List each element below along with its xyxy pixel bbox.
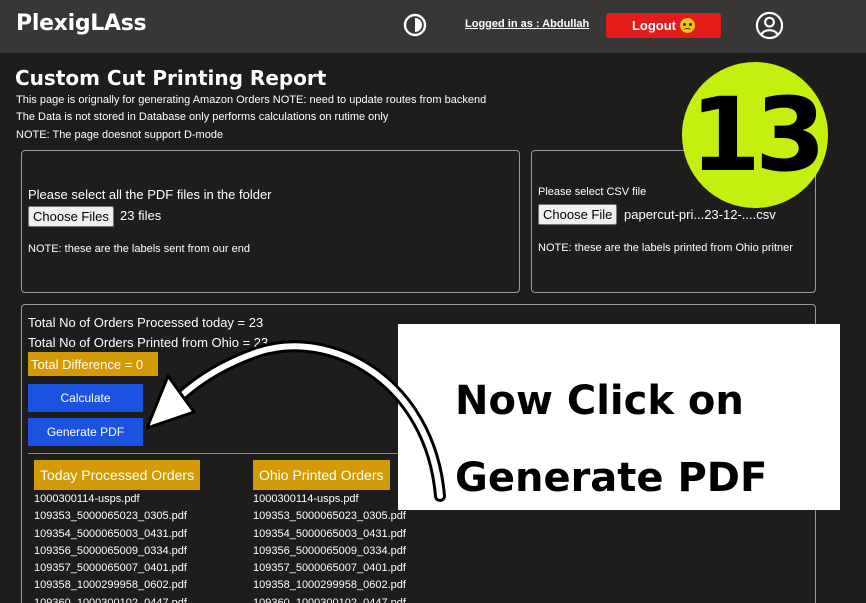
today-orders-list: 1000300114-usps.pdf 109353_5000065023_03… [34, 491, 187, 603]
pdf-prompt: Please select all the PDF files in the f… [28, 187, 272, 202]
header-note-1: This page is orignally for generating Am… [16, 94, 487, 106]
header-note-2: The Data is not stored in Database only … [16, 111, 389, 123]
list-item: 109353_5000065023_0305.pdf [34, 510, 187, 523]
logged-in-link[interactable]: Logged in as : Abdullah [465, 18, 589, 30]
choose-files-button[interactable]: Choose Files [28, 206, 114, 227]
header-note-3: NOTE: The page doesnot support D-mode [16, 129, 224, 141]
callout-line-2: Generate PDF [455, 455, 768, 501]
logout-label: Logout [631, 18, 677, 33]
ohio-orders-list: 1000300114-usps.pdf 109353_5000065023_03… [253, 491, 406, 603]
list-item: 109353_5000065023_0305.pdf [253, 510, 406, 523]
list-item: 109357_5000065007_0401.pdf [34, 562, 187, 575]
theme-toggle-icon[interactable] [403, 13, 427, 37]
callout-line-1: Now Click on [455, 378, 744, 424]
list-item: 1000300114-usps.pdf [253, 493, 359, 505]
printed-ohio-stat: Total No of Orders Printed from Ohio = 2… [28, 335, 269, 350]
choose-file-button[interactable]: Choose File [538, 204, 618, 225]
csv-prompt: Please select CSV file [538, 186, 647, 198]
list-item: 109360_1000300102_0447.pdf [34, 596, 187, 603]
list-item: 109357_5000065007_0401.pdf [253, 562, 406, 575]
top-navbar: PlexigLAss Logged in as : Abdullah Logou… [0, 0, 866, 53]
list-item: 109356_5000065009_0334.pdf [34, 544, 187, 557]
list-item: 1000300114-usps.pdf [34, 493, 140, 505]
list-item: 109358_1000299958_0602.pdf [34, 579, 187, 592]
csv-selected-file: papercut-pri...23-12-....csv [624, 207, 776, 222]
list-item: 109354_5000065003_0431.pdf [253, 527, 406, 540]
list-item: 109360_1000300102_0447.pdf [253, 596, 406, 603]
list-item: 109358_1000299958_0602.pdf [253, 579, 406, 592]
today-orders-header: Today Processed Orders [34, 460, 201, 490]
calculate-button[interactable]: Calculate [28, 384, 143, 412]
list-item: 109356_5000065009_0334.pdf [253, 544, 406, 557]
brand-logo[interactable]: PlexigLAss [16, 11, 147, 36]
user-account-icon[interactable] [755, 11, 784, 40]
generate-pdf-button[interactable]: Generate PDF [28, 418, 143, 446]
sad-emoji-icon [680, 18, 696, 33]
processed-today-stat: Total No of Orders Processed today = 23 [28, 315, 264, 330]
page-title: Custom Cut Printing Report [15, 66, 327, 90]
pdf-selected-count: 23 files [120, 208, 162, 223]
step-number-badge: 13 [682, 62, 828, 208]
total-difference-badge: Total Difference = 0 [28, 352, 158, 376]
pdf-note: NOTE: these are the labels sent from our… [28, 243, 250, 255]
list-item: 109354_5000065003_0431.pdf [34, 527, 187, 540]
csv-note: NOTE: these are the labels printed from … [538, 242, 793, 254]
ohio-orders-header: Ohio Printed Orders [253, 460, 390, 490]
logout-button[interactable]: Logout [606, 13, 721, 38]
